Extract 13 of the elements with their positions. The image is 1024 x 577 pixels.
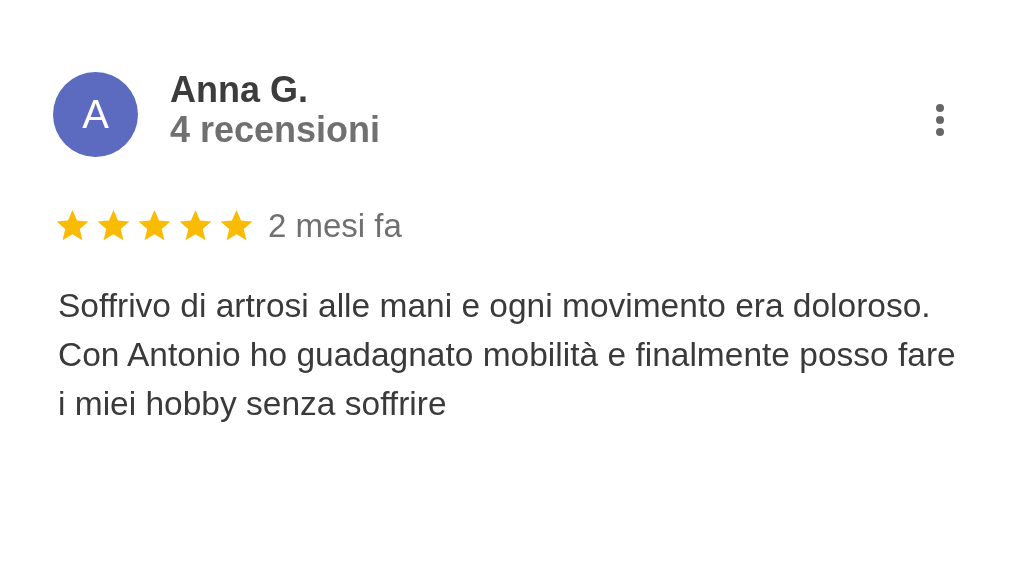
star-icon (55, 209, 90, 243)
review-text-line: i miei hobby senza soffrire (58, 384, 447, 424)
more-options-icon[interactable] (935, 104, 945, 136)
star-icon (137, 209, 172, 243)
avatar: A (53, 72, 138, 157)
star-icon (96, 209, 131, 243)
review-text-line: Soffrivo di artrosi alle mani e ogni movimento era doloroso. (58, 286, 931, 326)
author-name: Anna G. (170, 72, 309, 108)
review-time: 2 mesi fa (268, 207, 402, 245)
star-icon (178, 209, 213, 243)
review-text-line: Con Antonio ho guadagnato mobilità e finalmente posso fare (58, 335, 956, 375)
star-icon (219, 209, 254, 243)
review-count: 4 recensioni (170, 110, 381, 150)
